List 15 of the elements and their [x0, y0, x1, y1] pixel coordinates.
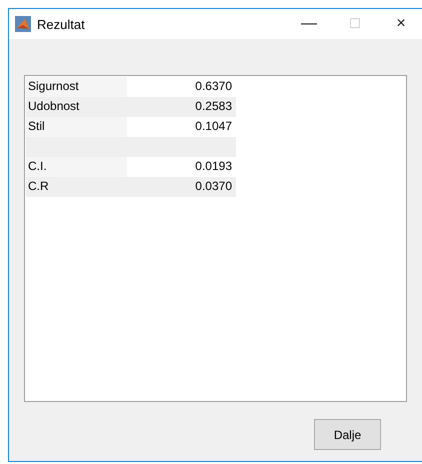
cone-icon	[15, 16, 31, 32]
minimize-button[interactable]: —	[286, 15, 332, 33]
table-cell-text: 0.0193	[194, 158, 233, 175]
window-title: Rezultat	[37, 16, 86, 32]
table-cell: 0.2583	[127, 97, 236, 117]
table-cell-text: 0.1047	[194, 118, 233, 135]
row-label: Sigurnost	[26, 77, 127, 97]
table-cell-text: 0.6370	[194, 78, 233, 95]
next-button[interactable]: Dalje	[314, 419, 381, 450]
table-cell: 0.0370	[127, 177, 236, 197]
row-label: C.I.	[26, 157, 127, 177]
close-button[interactable]: ×	[378, 15, 422, 33]
row-label: C.R	[26, 177, 127, 197]
row-label: Udobnost	[26, 97, 127, 117]
row-label: Stil	[26, 117, 127, 137]
